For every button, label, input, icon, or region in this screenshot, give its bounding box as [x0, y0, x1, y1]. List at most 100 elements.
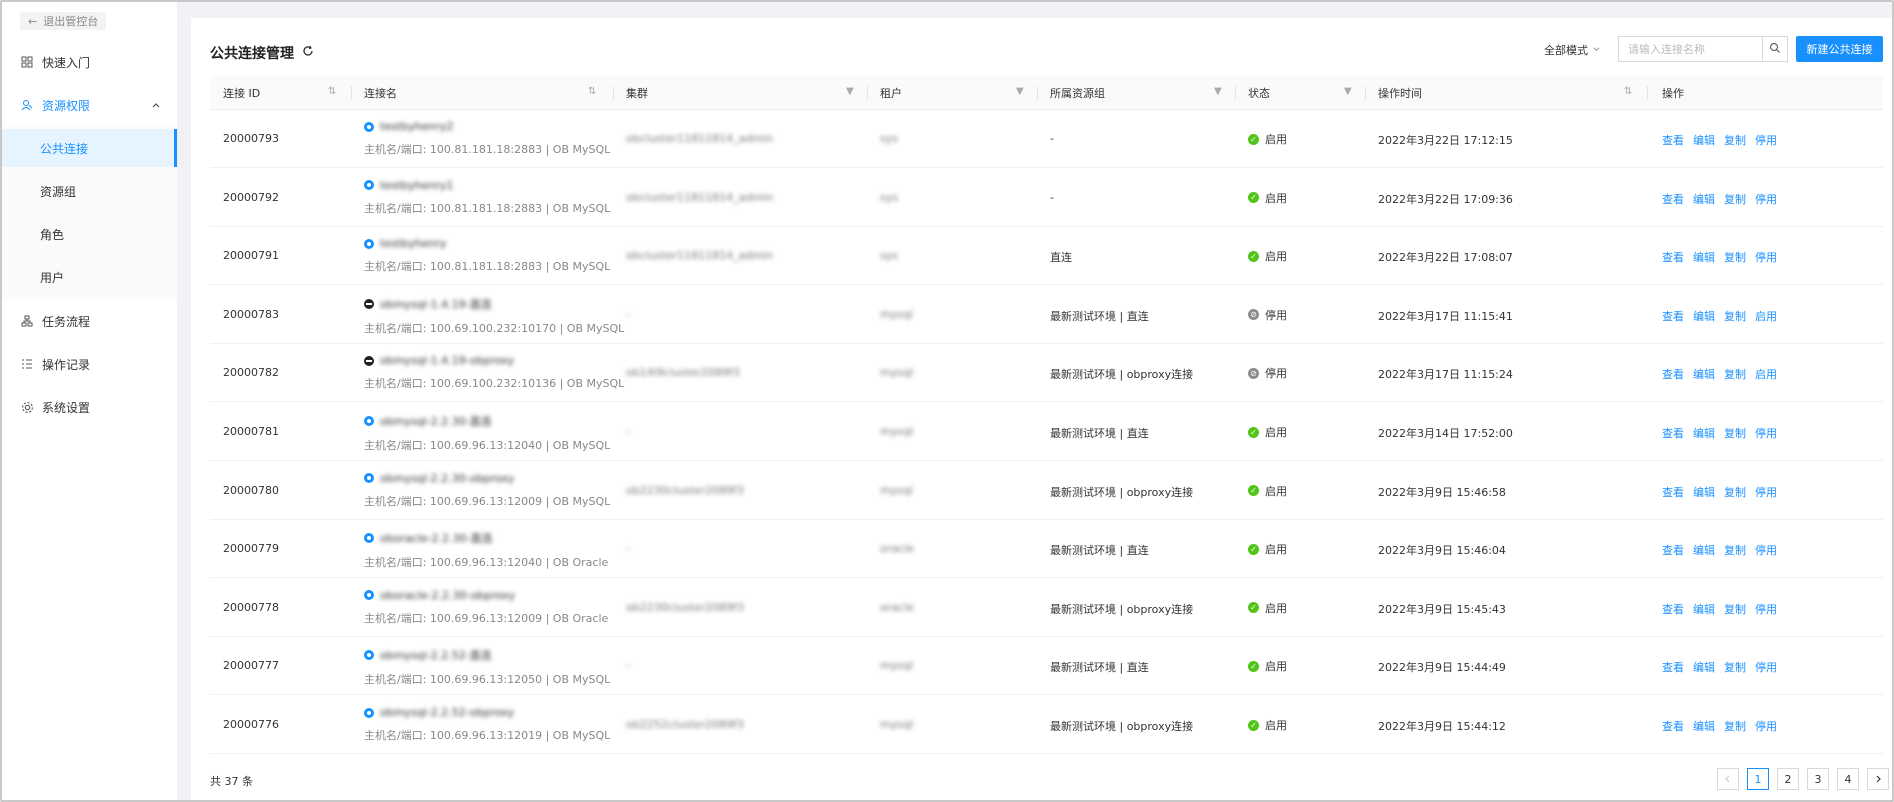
view-link[interactable]: 查看 [1662, 718, 1684, 734]
filter-icon[interactable]: ▼ [846, 86, 854, 97]
copy-link[interactable]: 复制 [1724, 718, 1746, 734]
filter-icon[interactable]: ▼ [1344, 86, 1352, 97]
connection-name[interactable]: testbyhenry2 [380, 120, 453, 133]
sort-icon[interactable]: ⇅ [1624, 86, 1632, 97]
view-link[interactable]: 查看 [1662, 484, 1684, 500]
toggle-status-link[interactable]: 启用 [1755, 366, 1777, 382]
refresh-icon[interactable] [302, 45, 314, 61]
column-header-tenant[interactable]: 租户 ▼ [868, 76, 1038, 110]
toggle-status-link[interactable]: 停用 [1755, 249, 1777, 265]
view-link[interactable]: 查看 [1662, 191, 1684, 207]
copy-link[interactable]: 复制 [1724, 366, 1746, 382]
edit-link[interactable]: 编辑 [1693, 542, 1715, 558]
view-link[interactable]: 查看 [1662, 249, 1684, 265]
copy-link[interactable]: 复制 [1724, 484, 1746, 500]
view-link[interactable]: 查看 [1662, 659, 1684, 675]
edit-link[interactable]: 编辑 [1693, 308, 1715, 324]
column-header-time[interactable]: 操作时间 ⇅ [1366, 76, 1648, 110]
nav-item-system-settings[interactable]: 系统设置 [2, 386, 177, 428]
nav-item-task-flow[interactable]: 任务流程 [2, 300, 177, 342]
edit-link[interactable]: 编辑 [1693, 366, 1715, 382]
copy-link[interactable]: 复制 [1724, 132, 1746, 148]
toggle-status-link[interactable]: 停用 [1755, 132, 1777, 148]
connection-name[interactable]: obmysql-2.2.30-直连 [380, 413, 492, 429]
toggle-status-link[interactable]: 停用 [1755, 718, 1777, 734]
edit-link[interactable]: 编辑 [1693, 249, 1715, 265]
tenant-value: sys [880, 132, 898, 145]
page-button-2[interactable]: 2 [1777, 768, 1799, 790]
edit-link[interactable]: 编辑 [1693, 484, 1715, 500]
toggle-status-link[interactable]: 停用 [1755, 484, 1777, 500]
prev-page-button[interactable] [1717, 768, 1739, 790]
connection-name[interactable]: oboracle-2.2.30-obproxy [380, 589, 515, 602]
nav-item-operation-record[interactable]: 操作记录 [2, 343, 177, 385]
view-link[interactable]: 查看 [1662, 542, 1684, 558]
copy-link[interactable]: 复制 [1724, 659, 1746, 675]
copy-link[interactable]: 复制 [1724, 308, 1746, 324]
connection-name[interactable]: obmysql-2.2.52-obproxy [380, 706, 514, 719]
toggle-status-link[interactable]: 停用 [1755, 601, 1777, 617]
view-link[interactable]: 查看 [1662, 308, 1684, 324]
copy-link[interactable]: 复制 [1724, 601, 1746, 617]
filter-icon[interactable]: ▼ [1214, 86, 1222, 97]
copy-link[interactable]: 复制 [1724, 191, 1746, 207]
page-button-3[interactable]: 3 [1807, 768, 1829, 790]
column-header-status[interactable]: 状态 ▼ [1236, 76, 1366, 110]
column-header-id[interactable]: 连接 ID ⇅ [210, 76, 352, 110]
page-button-4[interactable]: 4 [1837, 768, 1859, 790]
toggle-status-link[interactable]: 停用 [1755, 659, 1777, 675]
operation-time: 2022年3月9日 15:44:49 [1378, 661, 1506, 675]
table-header: 连接 ID ⇅ 连接名 ⇅ 集群 ▼ 租户 ▼ 所属资源组 ▼ 状态 ▼ 操作时… [210, 76, 1883, 110]
edit-link[interactable]: 编辑 [1693, 132, 1715, 148]
sort-icon[interactable]: ⇅ [588, 86, 596, 97]
column-header-cluster[interactable]: 集群 ▼ [614, 76, 868, 110]
edit-link[interactable]: 编辑 [1693, 659, 1715, 675]
exit-console-button[interactable]: ← 退出管控台 [20, 12, 107, 30]
connection-name[interactable]: obmysql-1.4.19-obproxy [380, 354, 514, 367]
edit-link[interactable]: 编辑 [1693, 425, 1715, 441]
connection-name[interactable]: obmysql-2.2.52-直连 [380, 647, 492, 663]
copy-link[interactable]: 复制 [1724, 542, 1746, 558]
sidebar-item-resource-group[interactable]: 资源组 [2, 172, 177, 210]
connection-name[interactable]: testbyhenry1 [380, 179, 453, 192]
edit-link[interactable]: 编辑 [1693, 191, 1715, 207]
edit-link[interactable]: 编辑 [1693, 718, 1715, 734]
view-link[interactable]: 查看 [1662, 425, 1684, 441]
sidebar-item-role[interactable]: 角色 [2, 215, 177, 253]
sidebar-item-user[interactable]: 用户 [2, 258, 177, 296]
search-button[interactable] [1762, 36, 1788, 62]
view-link[interactable]: 查看 [1662, 132, 1684, 148]
view-link[interactable]: 查看 [1662, 366, 1684, 382]
toggle-status-link[interactable]: 停用 [1755, 425, 1777, 441]
connection-name[interactable]: obmysql-1.4.19-直连 [380, 296, 492, 312]
next-page-button[interactable] [1867, 768, 1889, 790]
filter-icon[interactable]: ▼ [1016, 86, 1024, 97]
page-button-1[interactable]: 1 [1747, 768, 1769, 790]
page-title-text: 公共连接管理 [210, 46, 294, 62]
toggle-status-link[interactable]: 停用 [1755, 542, 1777, 558]
tenant-value: sys [880, 190, 898, 204]
copy-link[interactable]: 复制 [1724, 249, 1746, 265]
connection-name[interactable]: oboracle-2.2.30-直连 [380, 530, 493, 546]
edit-link[interactable]: 编辑 [1693, 601, 1715, 617]
status-badge: ✓ 启用 [1248, 541, 1287, 557]
connection-id: 20000793 [223, 132, 279, 145]
mode-select[interactable]: 全部模式 [1544, 42, 1601, 58]
nav-item-quickstart[interactable]: 快速入门 [2, 41, 177, 83]
connection-id: 20000792 [223, 190, 279, 204]
toggle-status-link[interactable]: 启用 [1755, 308, 1777, 324]
resource-group-value: 最新测试环境 | 直连 [1050, 661, 1149, 675]
column-header-name[interactable]: 连接名 ⇅ [352, 76, 614, 110]
search-input[interactable]: 请输入连接名称 [1618, 36, 1763, 62]
connection-name[interactable]: obmysql-2.2.30-obproxy [380, 472, 514, 485]
connection-name[interactable]: testbyhenry [380, 237, 446, 250]
cluster-value: obcluster11811814_admin [626, 249, 774, 263]
view-link[interactable]: 查看 [1662, 601, 1684, 617]
copy-link[interactable]: 复制 [1724, 425, 1746, 441]
new-public-connection-button[interactable]: 新建公共连接 [1796, 36, 1883, 62]
toggle-status-link[interactable]: 停用 [1755, 191, 1777, 207]
sort-icon[interactable]: ⇅ [328, 86, 336, 97]
nav-item-resource-permission[interactable]: 资源权限 [2, 84, 177, 126]
sidebar-item-public-connection[interactable]: 公共连接 [2, 129, 177, 167]
column-header-resource-group[interactable]: 所属资源组 ▼ [1038, 76, 1236, 110]
